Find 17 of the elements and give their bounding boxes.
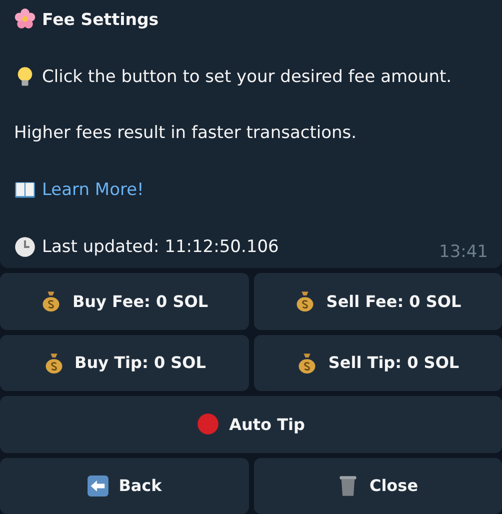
keyboard-button[interactable]: Auto Tip — [0, 396, 502, 452]
keyboard-button[interactable]: Buy Tip: 0 SOL — [0, 334, 248, 391]
keyboard-button[interactable]: Close — [254, 458, 502, 514]
updated-text: Last updated: 11:12:50.106 — [42, 237, 279, 257]
keyboard-button[interactable]: Sell Fee: 0 SOL — [254, 273, 502, 330]
clock-icon — [14, 236, 36, 258]
keyboard-button[interactable]: Buy Fee: 0 SOL — [0, 273, 248, 330]
message-time: 13:41 — [439, 242, 488, 262]
message-title: Fee Settings — [42, 10, 159, 28]
note-text: Higher fees result in faster transactions. — [14, 123, 357, 143]
flower-icon — [14, 8, 36, 30]
trash-can-icon — [337, 474, 360, 497]
keyboard-button[interactable]: Back — [0, 458, 248, 514]
tip-text: Click the button to set your desired fee amount. — [42, 66, 452, 86]
record-dot-icon — [197, 413, 220, 436]
learn-more-link[interactable]: Learn More! — [42, 180, 144, 200]
keyboard-button[interactable]: Sell Tip: 0 SOL — [254, 334, 502, 391]
